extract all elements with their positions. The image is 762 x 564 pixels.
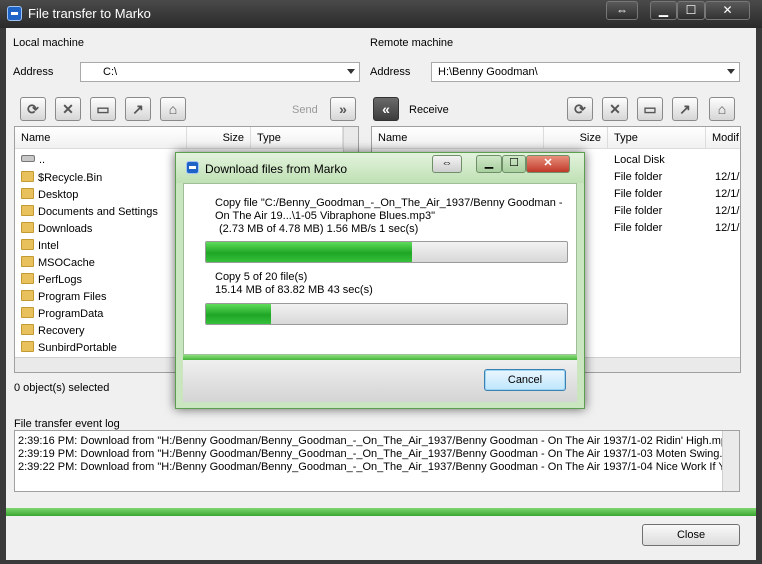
local-machine-heading: Local machine xyxy=(13,37,84,49)
log-line: 2:39:19 PM: Download from "H:/Benny Good… xyxy=(18,448,738,460)
remote-address-label: Address xyxy=(370,66,411,78)
delete-local-button[interactable]: ✕ xyxy=(55,97,81,121)
delete-remote-button[interactable]: ✕ xyxy=(602,97,628,121)
list-item[interactable]: Local Disk xyxy=(614,154,665,171)
home-local-button[interactable]: ⌂ xyxy=(160,97,186,121)
receive-label: Receive xyxy=(409,104,449,116)
remote-machine-heading: Remote machine xyxy=(370,37,454,49)
list-item[interactable]: SunbirdPortable xyxy=(21,341,117,358)
title-bar[interactable]: File transfer to Marko ⇔ ▁ ☐ ✕ xyxy=(0,0,762,28)
local-address-value: C:\ xyxy=(103,66,118,78)
list-item[interactable]: .. xyxy=(21,154,45,171)
send-label: Send xyxy=(292,104,318,116)
download-dialog: Download files from Marko ⇔ ▁ ☐ ✕ Copy f… xyxy=(175,152,585,409)
copy-file-text-cont: On The Air 19...\1-05 Vibraphone Blues.m… xyxy=(215,210,435,222)
close-button[interactable]: Close xyxy=(642,524,740,546)
folder-icon xyxy=(21,222,34,233)
list-item[interactable]: Program Files xyxy=(21,290,106,307)
list-item[interactable]: MSOCache xyxy=(21,256,95,273)
remote-address-value: H:\Benny Goodman\ xyxy=(438,66,538,78)
list-item[interactable]: File folder 12/1/ xyxy=(614,222,739,239)
refresh-local-button[interactable]: ⟳ xyxy=(20,97,46,121)
local-address-field[interactable]: C:\ xyxy=(80,62,360,82)
minimize-button[interactable]: ▁ xyxy=(650,1,677,20)
total-stats: 15.14 MB of 83.82 MB 43 sec(s) xyxy=(215,284,373,296)
cancel-button[interactable]: Cancel xyxy=(484,369,566,391)
dialog-close-button[interactable]: ✕ xyxy=(526,155,570,173)
separator-bar xyxy=(6,508,756,516)
dialog-title: Download files from Marko xyxy=(205,162,348,176)
remote-address-field[interactable]: H:\Benny Goodman\ xyxy=(431,62,740,82)
list-item[interactable]: File folder 12/1/ xyxy=(614,171,739,188)
up-folder-remote-button[interactable]: ↗ xyxy=(672,97,698,121)
column-name[interactable]: Name xyxy=(372,127,544,149)
list-item[interactable]: File folder 12/1/ xyxy=(614,188,739,205)
list-item[interactable]: Downloads xyxy=(21,222,92,239)
maximize-button[interactable]: ☐ xyxy=(677,1,705,20)
folder-icon xyxy=(21,273,34,284)
window-title: File transfer to Marko xyxy=(28,6,151,21)
column-modified[interactable]: Modif xyxy=(706,127,740,149)
send-button[interactable]: » xyxy=(330,97,356,121)
event-log[interactable]: 2:39:16 PM: Download from "H:/Benny Good… xyxy=(14,430,740,492)
list-item[interactable]: ProgramData xyxy=(21,307,103,324)
copy-count: Copy 5 of 20 file(s) xyxy=(215,271,308,283)
dialog-minimize-button[interactable]: ▁ xyxy=(476,155,502,173)
close-window-button[interactable]: ✕ xyxy=(705,1,750,20)
new-folder-local-button[interactable]: ▭ xyxy=(90,97,116,121)
column-name[interactable]: Name xyxy=(15,127,187,149)
selection-status: 0 object(s) selected xyxy=(14,382,110,394)
list-item[interactable]: Intel xyxy=(21,239,59,256)
file-transfer-window: File transfer to Marko ⇔ ▁ ☐ ✕ Local mac… xyxy=(0,0,762,564)
new-folder-remote-button[interactable]: ▭ xyxy=(637,97,663,121)
folder-icon xyxy=(21,307,34,318)
dialog-title-bar[interactable]: Download files from Marko ⇔ ▁ ☐ ✕ xyxy=(176,153,584,183)
chevron-down-icon[interactable] xyxy=(347,69,355,74)
dialog-footer: Cancel xyxy=(183,360,577,402)
column-size[interactable]: Size xyxy=(544,127,608,149)
column-type[interactable]: Type xyxy=(251,127,343,149)
chevron-down-icon[interactable] xyxy=(727,69,735,74)
total-progress-fill xyxy=(206,304,271,324)
list-item[interactable]: PerfLogs xyxy=(21,273,82,290)
folder-icon xyxy=(21,188,34,199)
log-line: 2:39:22 PM: Download from "H:/Benny Good… xyxy=(18,461,737,473)
total-progress-bar xyxy=(205,303,568,325)
local-address-label: Address xyxy=(13,66,54,78)
folder-icon xyxy=(21,171,34,182)
folder-icon xyxy=(21,256,34,267)
home-remote-button[interactable]: ⌂ xyxy=(709,97,735,121)
receive-button[interactable]: « xyxy=(373,97,399,121)
list-item[interactable]: Recovery xyxy=(21,324,84,341)
folder-icon xyxy=(21,290,34,301)
list-item[interactable]: Desktop xyxy=(21,188,78,205)
list-item[interactable]: Documents and Settings xyxy=(21,205,158,222)
drive-icon xyxy=(21,155,35,162)
refresh-remote-button[interactable]: ⟳ xyxy=(567,97,593,121)
teamviewer-logo-icon xyxy=(7,6,22,21)
file-progress-bar xyxy=(205,241,568,263)
dialog-maximize-button[interactable]: ☐ xyxy=(502,155,526,173)
folder-icon xyxy=(21,205,34,216)
up-folder-local-button[interactable]: ↗ xyxy=(125,97,151,121)
log-line: 2:39:16 PM: Download from "H:/Benny Good… xyxy=(18,435,738,447)
file-stats: (2.73 MB of 4.78 MB) 1.56 MB/s 1 sec(s) xyxy=(219,223,419,235)
swap-direction-button[interactable]: ⇔ xyxy=(606,1,638,20)
list-item[interactable]: $Recycle.Bin xyxy=(21,171,102,188)
file-progress-fill xyxy=(206,242,412,262)
dialog-swap-button[interactable]: ⇔ xyxy=(432,155,462,173)
folder-icon xyxy=(21,239,34,250)
column-type[interactable]: Type xyxy=(608,127,706,149)
folder-icon xyxy=(21,341,34,352)
dialog-body: Copy file "C:/Benny_Goodman_-_On_The_Air… xyxy=(183,183,577,355)
folder-icon xyxy=(21,324,34,335)
teamviewer-logo-icon xyxy=(186,161,199,174)
list-item[interactable]: File folder 12/1/ xyxy=(614,205,739,222)
column-size[interactable]: Size xyxy=(187,127,251,149)
log-scrollbar[interactable] xyxy=(722,431,739,491)
copy-file-text: Copy file "C:/Benny_Goodman_-_On_The_Air… xyxy=(215,197,563,209)
event-log-label: File transfer event log xyxy=(14,418,120,430)
